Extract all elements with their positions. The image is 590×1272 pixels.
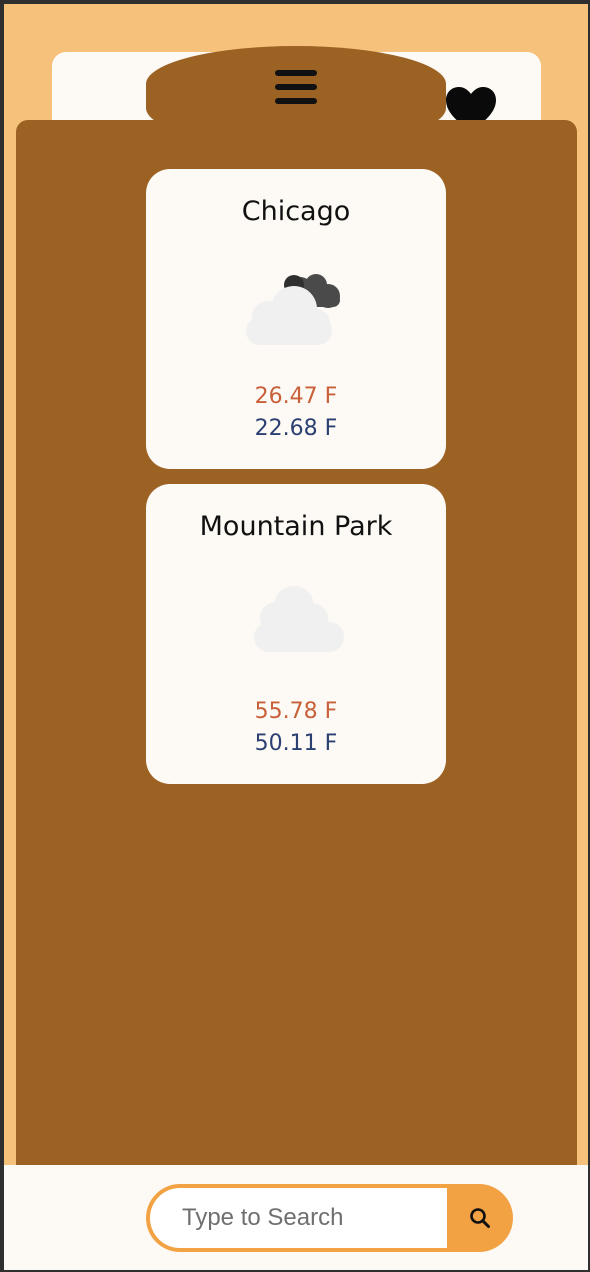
search-icon <box>470 1208 490 1228</box>
cloud-icon <box>254 586 344 652</box>
menu-line <box>275 98 317 104</box>
menu-line <box>275 84 317 90</box>
city-name: Mountain Park <box>199 511 393 542</box>
menu-line <box>275 70 317 76</box>
search-input[interactable] <box>146 1184 447 1252</box>
city-name: Chicago <box>241 196 351 227</box>
search-bar <box>146 1184 513 1252</box>
search-footer <box>4 1165 588 1270</box>
temp-high: 26.47 F <box>254 384 338 409</box>
app-viewport: Chicago 26.47 F 22.68 F Mountain Park 55… <box>4 4 588 1270</box>
partly-cloudy-night-icon <box>246 274 340 345</box>
temp-low: 50.11 F <box>254 731 338 756</box>
city-card-mountain-park[interactable]: Mountain Park 55.78 F 50.11 F <box>146 484 446 784</box>
hamburger-menu-icon[interactable] <box>270 62 322 112</box>
temp-low: 22.68 F <box>254 416 338 441</box>
search-button[interactable] <box>447 1184 513 1252</box>
temp-high: 55.78 F <box>254 699 338 724</box>
city-card-chicago[interactable]: Chicago 26.47 F 22.68 F <box>146 169 446 469</box>
